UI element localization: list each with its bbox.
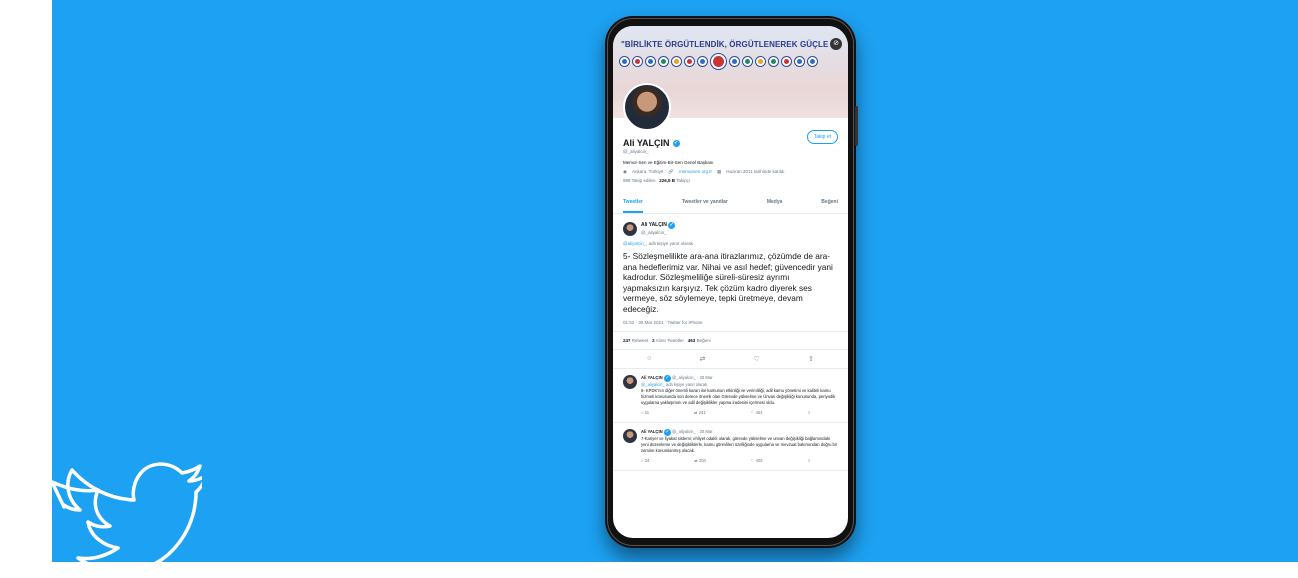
location-icon: ◉ xyxy=(623,169,627,174)
follow-button[interactable]: Takip et xyxy=(806,130,838,144)
union-logo-icon xyxy=(742,56,753,67)
union-logo-icon xyxy=(619,56,630,67)
union-logo-icon xyxy=(755,56,766,67)
profile-name: Ali YALÇIN xyxy=(623,138,670,148)
like-count[interactable]: 463 xyxy=(688,338,696,343)
reply-icon[interactable]: ○ xyxy=(647,355,651,363)
retweet-label: Retweet xyxy=(631,338,649,343)
retweet-icon[interactable]: ⇄ xyxy=(699,355,705,363)
tab-likes[interactable]: Beğeni xyxy=(821,193,838,213)
followers-label: Takipçi xyxy=(676,178,690,183)
reply-icon[interactable]: ○ 11 xyxy=(641,410,649,416)
tab-media[interactable]: Medya xyxy=(767,193,783,213)
reply-to-suffix: adlı kişiye yanıt olarak xyxy=(648,241,693,246)
tab-tweets[interactable]: Tweetler xyxy=(623,193,643,213)
main-tweet-header: Ali YALÇIN ✓ @_aliyalcin_ xyxy=(613,214,848,237)
reply-text: 7-Kariyer ve liyakat sistemi; ehliyet od… xyxy=(641,436,838,453)
union-logo-icon xyxy=(781,56,792,67)
reply-to-suffix: adlı kişiye yanıt olarak xyxy=(665,382,708,387)
union-logo-icon xyxy=(632,56,643,67)
union-logos xyxy=(619,53,818,70)
union-logo-icon xyxy=(645,56,656,67)
verified-badge-icon: ✓ xyxy=(672,139,680,147)
verified-badge-icon: ✓ xyxy=(663,429,671,436)
reply-text: 6- KPDK'nın diğer önemli kararı ise kamu… xyxy=(641,388,836,405)
reply-meta: @_aliyalcin_ · 30 Mar xyxy=(671,429,713,434)
reply-icon[interactable]: ○ 24 xyxy=(641,458,649,464)
profile-location: Ankara, Türkiye xyxy=(631,169,664,174)
profile-website[interactable]: memursen.org.tr xyxy=(679,168,712,176)
union-logo-icon xyxy=(671,56,682,67)
website-link-icon: 🔗 xyxy=(668,169,674,174)
quote-label: Alıntı Tweetler xyxy=(655,338,685,343)
background-panel: "BİRLİKTE ÖRGÜTLENDİK, ÖRGÜTLENEREK GÜÇL… xyxy=(52,0,1298,562)
verified-badge-icon: ✓ xyxy=(668,222,676,229)
avatar[interactable] xyxy=(623,222,637,236)
union-logo-icon xyxy=(729,56,740,67)
phone-mockup: "BİRLİKTE ÖRGÜTLENDİK, ÖRGÜTLENEREK GÜÇL… xyxy=(605,16,858,548)
share-icon[interactable]: ⇧ xyxy=(807,458,811,464)
union-logo-icon xyxy=(794,56,805,67)
quote-count[interactable]: 2 xyxy=(652,338,655,343)
profile-handle: @_aliyalcin_ xyxy=(623,149,649,154)
phone-side-button xyxy=(855,106,858,146)
profile-tabs: Tweetler Tweetler ve yanıtlar Medya Beğe… xyxy=(613,193,848,214)
profile-avatar[interactable] xyxy=(623,83,671,131)
banner-title: "BİRLİKTE ÖRGÜTLENDİK, ÖRGÜTLENEREK GÜÇL… xyxy=(621,40,829,49)
link-icon[interactable]: ⊘ xyxy=(830,38,842,50)
verified-badge-icon: ✓ xyxy=(663,375,671,382)
tweet-author-name[interactable]: Ali YALÇIN xyxy=(641,222,667,228)
tweet-author-handle[interactable]: @_aliyalcin_ xyxy=(641,229,675,237)
like-icon[interactable]: ♡ 454 xyxy=(751,410,763,416)
union-logo-icon xyxy=(807,56,818,67)
calendar-icon: ▦ xyxy=(717,169,722,174)
reply-tweet[interactable]: Ali YALÇIN ✓ @_aliyalcin_ · 30 Mar 7-Kar… xyxy=(613,423,848,471)
following-count[interactable]: 988 Takip edilen xyxy=(623,178,655,183)
reply-author-name[interactable]: Ali YALÇIN xyxy=(641,429,663,434)
reply-author-name[interactable]: Ali YALÇIN xyxy=(641,375,663,380)
avatar[interactable] xyxy=(623,429,637,443)
union-logo-icon xyxy=(658,56,669,67)
like-icon[interactable]: ♡ xyxy=(754,355,760,363)
tweet-text: 5- Sözleşmelilikte ara-ana itirazlarımız… xyxy=(623,251,833,314)
like-label: Beğeni xyxy=(696,338,711,343)
profile-joined: Haziran 2011 tarihinde katıldı xyxy=(726,169,785,174)
tweet-stats: 247 Retweet 2 Alıntı Tweetler 463 Beğeni xyxy=(613,332,848,350)
retweet-icon[interactable]: ⇄ 241 xyxy=(694,410,706,416)
phone-screen: "BİRLİKTE ÖRGÜTLENDİK, ÖRGÜTLENEREK GÜÇL… xyxy=(613,26,848,538)
reply-context: @aliyalcin_, adlı kişiye yanıt olarak xyxy=(623,241,693,246)
reply-to-user[interactable]: @_aliyalcin_ xyxy=(641,382,665,387)
tweet-actions: ○ ⇄ ♡ ⇧ xyxy=(613,350,848,369)
union-logo-icon xyxy=(697,56,708,67)
retweet-icon[interactable]: ⇄ 204 xyxy=(694,458,706,464)
share-icon[interactable]: ⇧ xyxy=(808,355,814,363)
twitter-bird-icon xyxy=(52,462,202,562)
union-logo-icon xyxy=(768,56,779,67)
followers-count[interactable]: 226,9 B xyxy=(659,178,675,183)
like-icon[interactable]: ♡ 402 xyxy=(751,458,763,464)
reply-meta: @_aliyalcin_ · 30 Mar xyxy=(671,375,713,380)
retweet-count[interactable]: 247 xyxy=(623,338,631,343)
reply-tweet[interactable]: Ali YALÇIN ✓ @_aliyalcin_ · 30 Mar @_ali… xyxy=(613,369,848,423)
tweet-timestamp[interactable]: 01:52 · 30 Mar 2021 · Twitter for iPhone xyxy=(613,314,848,332)
share-icon[interactable]: ⇧ xyxy=(807,410,811,416)
reply-to-user[interactable]: @aliyalcin_ xyxy=(623,241,646,246)
avatar[interactable] xyxy=(623,375,637,389)
tab-tweets-replies[interactable]: Tweetler ve yanıtlar xyxy=(682,193,728,213)
memursen-logo-icon xyxy=(710,53,727,70)
profile-bio: Memur-Sen ve Eğitim-Bir-Sen Genel Başkan… xyxy=(623,160,714,165)
union-logo-icon xyxy=(684,56,695,67)
